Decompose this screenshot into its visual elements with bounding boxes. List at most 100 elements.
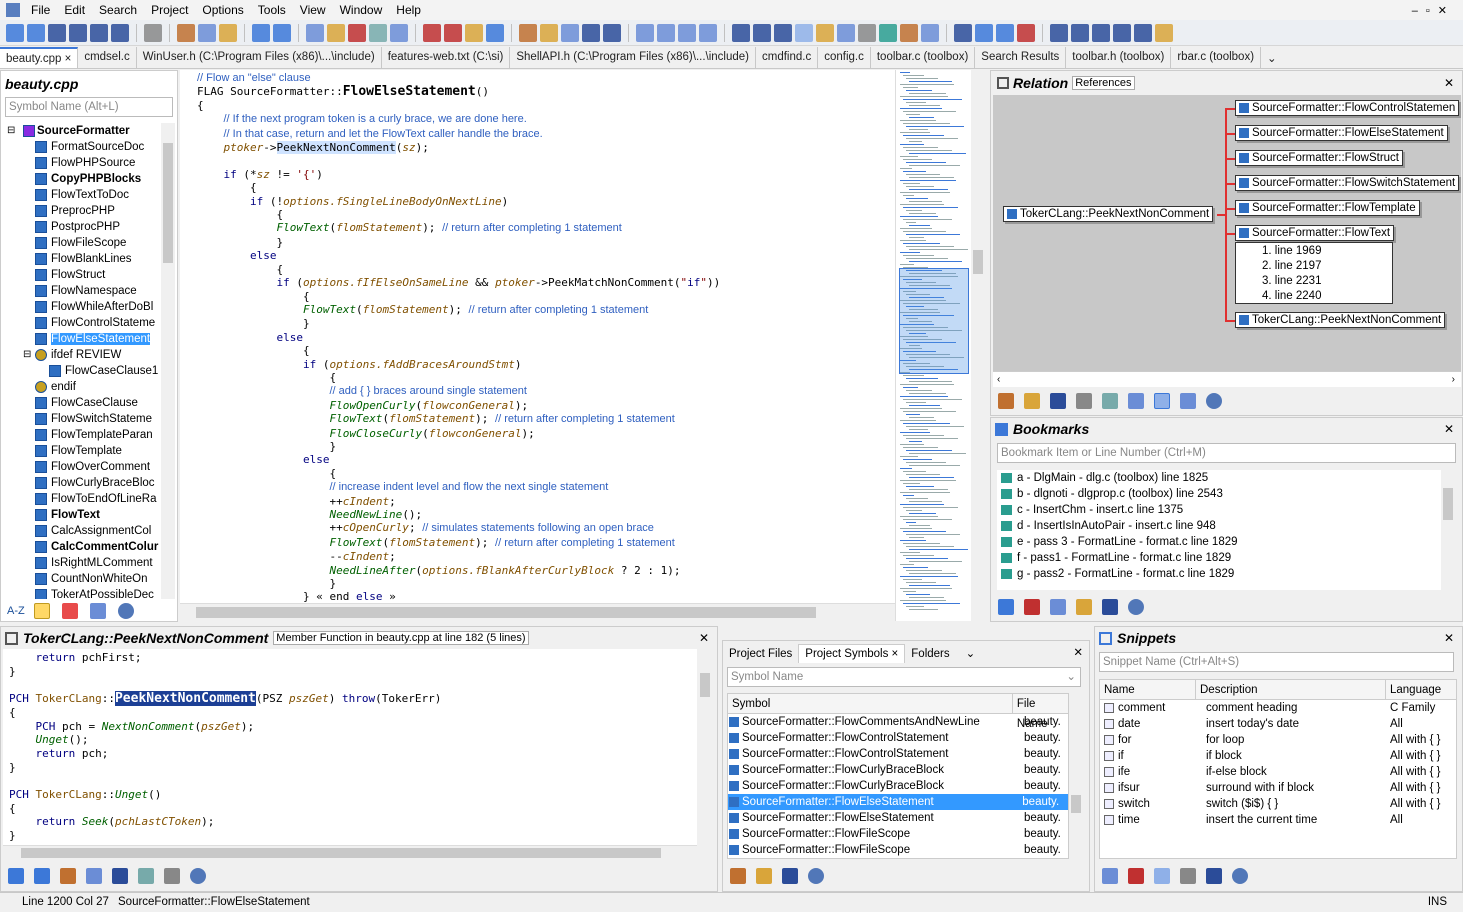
toolbar-button-icon[interactable] bbox=[219, 23, 237, 42]
symbol-item[interactable]: FlowCaseClause1 bbox=[1, 363, 161, 379]
project-scrollbar[interactable] bbox=[1069, 713, 1083, 859]
col-name[interactable]: Name bbox=[1100, 680, 1196, 699]
tab-features-web[interactable]: features-web.txt (C:\si) bbox=[382, 47, 511, 68]
editor-hscrollbar[interactable] bbox=[180, 603, 895, 621]
symbol-item[interactable]: FlowFileScope bbox=[1, 235, 161, 251]
col-description[interactable]: Description bbox=[1196, 680, 1386, 699]
snippet-edit-icon[interactable] bbox=[1154, 868, 1170, 884]
symbol-item[interactable]: endif bbox=[1, 379, 161, 395]
toolbar-button-icon[interactable] bbox=[1071, 23, 1089, 42]
reference-line[interactable]: 3. line 2231 bbox=[1262, 274, 1392, 289]
tab-rbar-c[interactable]: rbar.c (toolbox) bbox=[1171, 47, 1262, 68]
symbol-item[interactable]: ⊟ SourceFormatter bbox=[1, 123, 161, 139]
symbol-item[interactable]: FlowWhileAfterDoBl bbox=[1, 299, 161, 315]
toolbar-button-icon[interactable] bbox=[348, 23, 366, 42]
toolbar-button-icon[interactable] bbox=[921, 23, 939, 42]
toolbar-button-icon[interactable] bbox=[954, 23, 972, 42]
overview-minimap[interactable] bbox=[895, 70, 985, 621]
menu-tools[interactable]: Tools bbox=[251, 3, 293, 17]
save-icon[interactable] bbox=[1102, 599, 1118, 615]
bookmarks-close-icon[interactable]: ✕ bbox=[1444, 422, 1454, 436]
toolbar-button-icon[interactable] bbox=[519, 23, 537, 42]
code-editor[interactable]: // Flow an "else" clause FLAG SourceForm… bbox=[180, 70, 895, 603]
lock-icon[interactable] bbox=[1076, 393, 1092, 409]
toolbar-button-icon[interactable] bbox=[900, 23, 918, 42]
tab-shellapi[interactable]: ShellAPI.h (C:\Program Files (x86)\...\i… bbox=[510, 47, 756, 68]
sync-icon[interactable] bbox=[138, 868, 154, 884]
lookup-icon[interactable] bbox=[998, 393, 1014, 409]
gear-icon[interactable] bbox=[1232, 868, 1248, 884]
snippet-add-icon[interactable] bbox=[1102, 868, 1118, 884]
tab-search-results[interactable]: Search Results bbox=[975, 47, 1067, 68]
tab-cmdsel[interactable]: cmdsel.c bbox=[78, 47, 137, 68]
toolbar-button-icon[interactable] bbox=[198, 23, 216, 42]
toolbar-button-icon[interactable] bbox=[582, 23, 600, 42]
tab-project-symbols[interactable]: Project Symbols × bbox=[798, 644, 906, 663]
toolbar-button-icon[interactable] bbox=[1113, 23, 1131, 42]
book-icon[interactable] bbox=[89, 603, 106, 619]
relation-node[interactable]: SourceFormatter::FlowControlStatemen bbox=[1235, 100, 1460, 116]
bookmark-item[interactable]: e - pass 3 - FormatLine - format.c line … bbox=[997, 534, 1443, 550]
symbol-item[interactable]: FlowElseStatement bbox=[1, 331, 161, 347]
relation-node[interactable]: SourceFormatter::FlowSwitchStatement bbox=[1235, 175, 1460, 191]
list-view-icon[interactable] bbox=[33, 603, 50, 619]
toolbar-button-icon[interactable] bbox=[879, 23, 897, 42]
tabs-dropdown-icon[interactable]: ⌄ bbox=[956, 643, 986, 663]
toolbar-button-icon[interactable] bbox=[48, 23, 66, 42]
forward-arrow-icon[interactable] bbox=[34, 868, 50, 884]
jump-icon[interactable] bbox=[1024, 393, 1040, 409]
snippet-row[interactable]: date insert today's date All bbox=[1100, 716, 1456, 732]
bookmark-add-icon[interactable] bbox=[998, 599, 1014, 615]
project-symbol-row[interactable]: SourceFormatter::FlowElseStatement beauty… bbox=[728, 810, 1068, 826]
symbol-item[interactable]: CopyPHPBlocks bbox=[1, 171, 161, 187]
col-symbol[interactable]: Symbol bbox=[728, 694, 1013, 713]
toolbar-button-icon[interactable] bbox=[90, 23, 108, 42]
symbol-item[interactable]: FlowBlankLines bbox=[1, 251, 161, 267]
toolbar-button-icon[interactable] bbox=[636, 23, 654, 42]
snippet-row[interactable]: if if block All with { } bbox=[1100, 748, 1456, 764]
symbol-item[interactable]: FlowSwitchStateme bbox=[1, 411, 161, 427]
toolbar-button-icon[interactable] bbox=[858, 23, 876, 42]
lock-icon[interactable] bbox=[164, 868, 180, 884]
bookmark-jump-icon[interactable] bbox=[1050, 599, 1066, 615]
gear-icon[interactable] bbox=[190, 868, 206, 884]
menu-help[interactable]: Help bbox=[389, 3, 428, 17]
menu-file[interactable]: File bbox=[24, 3, 57, 17]
minimap-viewport[interactable] bbox=[899, 268, 969, 374]
snippet-row[interactable]: comment comment heading C Family bbox=[1100, 700, 1456, 716]
bookmark-item[interactable]: a - DlgMain - dlg.c (toolbox) line 1825 bbox=[997, 470, 1443, 486]
symbol-item[interactable]: ⊟ ifdef REVIEW bbox=[1, 347, 161, 363]
toolbar-button-icon[interactable] bbox=[678, 23, 696, 42]
toolbar-button-icon[interactable] bbox=[1155, 23, 1173, 42]
project-symbol-row[interactable]: SourceFormatter::FlowFileScope beauty. bbox=[728, 842, 1068, 858]
project-symbol-row[interactable]: SourceFormatter::FlowCurlyBraceBlock beau… bbox=[728, 778, 1068, 794]
gear-icon[interactable] bbox=[117, 603, 134, 619]
relation-hscrollbar[interactable]: ‹ › bbox=[993, 371, 1461, 387]
gear-icon[interactable] bbox=[808, 868, 824, 884]
tab-config[interactable]: config.c bbox=[818, 47, 871, 68]
symbol-item[interactable]: FlowControlStateme bbox=[1, 315, 161, 331]
tab-winuser[interactable]: WinUser.h (C:\Program Files (x86)\...\in… bbox=[137, 47, 382, 68]
refresh-r-icon[interactable] bbox=[1050, 393, 1066, 409]
lookup-icon[interactable] bbox=[60, 868, 76, 884]
bookmark-item[interactable]: c - InsertChm - insert.c line 1375 bbox=[997, 502, 1443, 518]
menu-options[interactable]: Options bbox=[195, 3, 250, 17]
back-arrow-icon[interactable] bbox=[8, 868, 24, 884]
context-code[interactable]: return pchFirst; } PCH TokerCLang::PeekN… bbox=[3, 649, 697, 845]
menu-edit[interactable]: Edit bbox=[57, 3, 92, 17]
symbol-item[interactable]: FlowCaseClause bbox=[1, 395, 161, 411]
menu-window[interactable]: Window bbox=[333, 3, 390, 17]
col-file-name[interactable]: File Name bbox=[1013, 694, 1068, 730]
bookmark-search-input[interactable]: Bookmark Item or Line Number (Ctrl+M) bbox=[997, 443, 1456, 463]
toolbar-button-icon[interactable] bbox=[1092, 23, 1110, 42]
sync-icon[interactable] bbox=[1102, 393, 1118, 409]
project-symbol-row[interactable]: SourceFormatter::FlowControlStatement bea… bbox=[728, 746, 1068, 762]
snippet-row[interactable]: time insert the current time All bbox=[1100, 812, 1456, 828]
menu-view[interactable]: View bbox=[293, 3, 333, 17]
toolbar-button-icon[interactable] bbox=[996, 23, 1014, 42]
book-icon[interactable] bbox=[86, 868, 102, 884]
symbol-search-input[interactable]: Symbol Name (Alt+L) bbox=[5, 97, 173, 117]
tab-beauty-cpp[interactable]: beauty.cpp × bbox=[0, 47, 79, 68]
symbol-item[interactable]: IsRightMLComment bbox=[1, 555, 161, 571]
bookmark-item[interactable]: f - pass1 - FormatLine - format.c line 1… bbox=[997, 550, 1443, 566]
